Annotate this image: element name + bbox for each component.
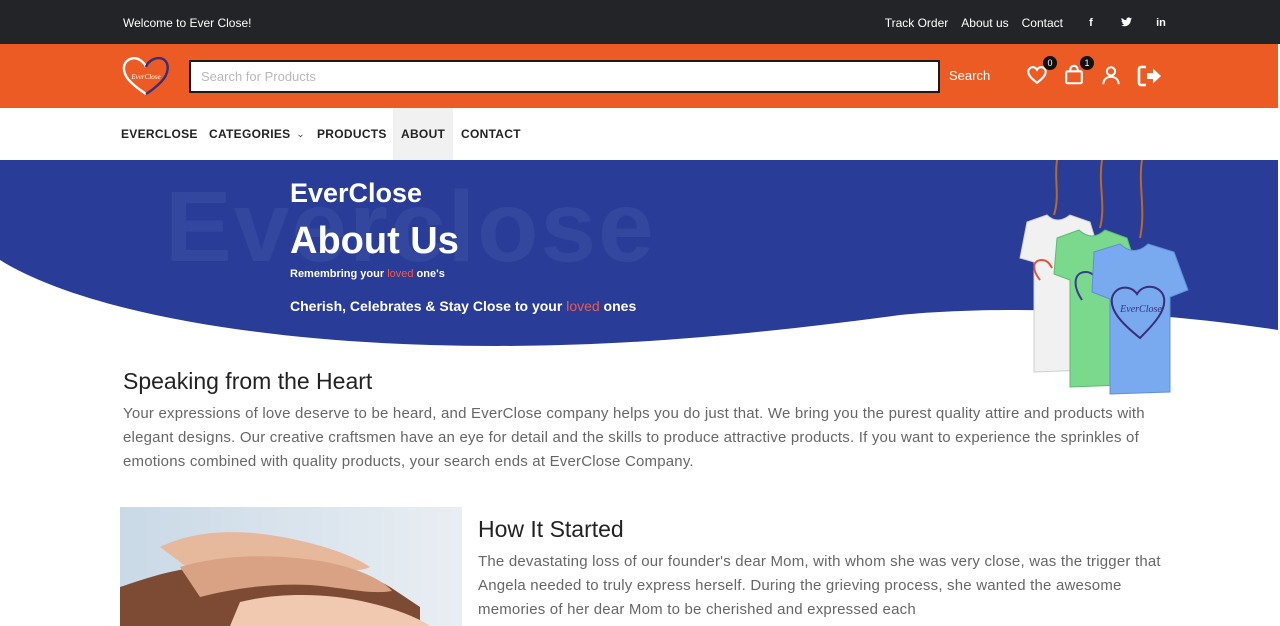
main-nav: EVERCLOSE CATEGORIES › PRODUCTS ABOUT CO… (0, 108, 1280, 160)
top-bar: Welcome to Ever Close! Track Order About… (0, 0, 1280, 44)
cart-button[interactable]: 1 (1063, 56, 1094, 88)
logout-button[interactable] (1137, 64, 1161, 88)
shirt-brand-text: EverClose (1119, 304, 1162, 315)
facebook-icon[interactable]: f (1084, 17, 1098, 29)
nav-about[interactable]: ABOUT (393, 108, 454, 160)
contact-link[interactable]: Contact (1022, 16, 1063, 30)
account-button[interactable] (1100, 64, 1124, 88)
search-button[interactable]: Search (949, 68, 990, 83)
svg-text:EverClose: EverClose (130, 73, 160, 81)
main-header: EverClose Search 0 1 (0, 44, 1278, 108)
logout-icon (1137, 65, 1161, 87)
track-order-link[interactable]: Track Order (885, 16, 949, 30)
section-body-started: The devastating loss of our founder's de… (478, 553, 1161, 618)
twitter-icon[interactable] (1119, 16, 1133, 30)
linkedin-icon[interactable]: in (1154, 17, 1168, 29)
wishlist-button[interactable]: 0 (1026, 56, 1057, 88)
section-body-heart: Your expressions of love deserve to be h… (123, 405, 1145, 470)
user-icon (1102, 66, 1120, 85)
hero-title: About Us (290, 220, 459, 262)
nav-everclose[interactable]: EVERCLOSE (121, 108, 198, 160)
section-heading-started: How It Started (478, 516, 624, 542)
wishlist-count-badge: 0 (1043, 56, 1057, 70)
search-input[interactable] (191, 62, 938, 91)
cart-count-badge: 1 (1080, 56, 1094, 70)
welcome-text: Welcome to Ever Close! (123, 16, 252, 30)
nav-categories[interactable]: CATEGORIES › (209, 108, 306, 160)
search-box (189, 60, 940, 93)
about-us-link[interactable]: About us (961, 16, 1008, 30)
tshirts-image: EverClose (982, 159, 1222, 400)
top-links: Track Order About us Contact f in (885, 16, 1168, 30)
hero-brand: EverClose (290, 178, 423, 208)
hero-tagline: Remembring your loved one's (290, 268, 445, 280)
nav-contact[interactable]: CONTACT (461, 108, 521, 160)
section-heading-heart: Speaking from the Heart (123, 368, 373, 394)
nav-products[interactable]: PRODUCTS (317, 108, 387, 160)
hero-subtitle: Cherish, Celebrates & Stay Close to your… (290, 298, 637, 314)
hands-photo (120, 507, 462, 626)
everclose-logo[interactable]: EverClose (121, 54, 171, 98)
about-page: Welcome to Ever Close! Track Order About… (0, 0, 1280, 626)
